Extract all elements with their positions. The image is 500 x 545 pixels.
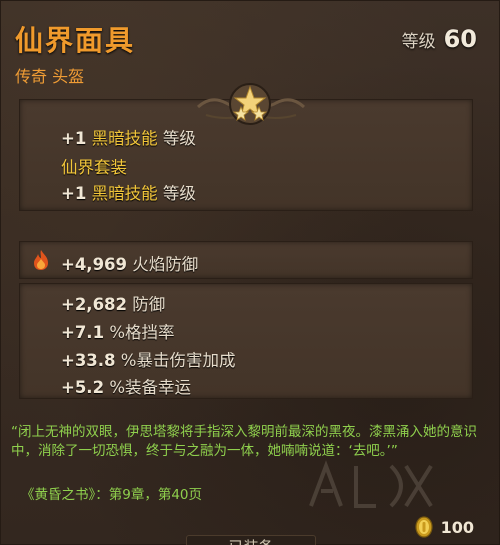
stat-row: +33.8 %暴击伤害加成	[61, 347, 235, 371]
stat-value: +33.8	[61, 351, 116, 370]
bonus-2-skill: 黑暗技能	[91, 184, 158, 203]
bonus-1-skill: 黑暗技能	[91, 129, 158, 148]
stat-label: %暴击伤害加成	[120, 351, 236, 370]
bonus-2-value: +1	[61, 184, 87, 203]
bonus-line-1: +1 黑暗技能 等级	[61, 125, 196, 149]
level-value: 60	[443, 25, 477, 53]
stat-label: 防御	[132, 295, 166, 314]
item-level: 等级 60	[402, 25, 477, 53]
gold-coin-icon	[414, 516, 433, 538]
primary-stat-label: 火焰防御	[132, 255, 199, 274]
bonus-line-2: +1 黑暗技能 等级	[61, 180, 196, 204]
item-name: 仙界面具	[15, 24, 136, 57]
stat-row: +5.2 %装备幸运	[61, 374, 191, 398]
watermark-logo	[309, 460, 433, 508]
item-rarity-type: 传奇 头盔	[15, 67, 85, 86]
stat-row: +7.1 %格挡率	[61, 319, 175, 343]
primary-stat-value: +4,969	[61, 255, 128, 274]
stat-value: +2,682	[61, 295, 128, 314]
set-name: 仙界套装	[61, 158, 127, 177]
stat-label: %装备幸运	[109, 378, 191, 397]
legendary-star-icon	[229, 83, 271, 125]
bonus-1-value: +1	[61, 129, 87, 148]
stat-label: %格挡率	[109, 323, 175, 342]
stat-value: +7.1	[61, 323, 105, 342]
stat-row: +2,682 防御	[61, 291, 165, 315]
fire-icon	[34, 250, 48, 270]
primary-stat: +4,969 火焰防御	[61, 251, 198, 275]
level-label: 等级	[401, 32, 436, 52]
item-tooltip: 仙界面具 传奇 头盔 等级 60 +1 黑暗技能 等级 仙界套装 +1 黑暗技能…	[0, 0, 500, 545]
flavor-source: 《黄昏之书》：第9章，第40页	[21, 487, 203, 503]
price-value: 100	[440, 517, 474, 537]
bonus-1-suffix: 等级	[162, 129, 196, 148]
stat-value: +5.2	[61, 378, 105, 397]
equipped-button[interactable]: 已装备	[186, 535, 316, 545]
bonus-2-suffix: 等级	[162, 184, 196, 203]
sell-price: 100	[414, 516, 474, 538]
